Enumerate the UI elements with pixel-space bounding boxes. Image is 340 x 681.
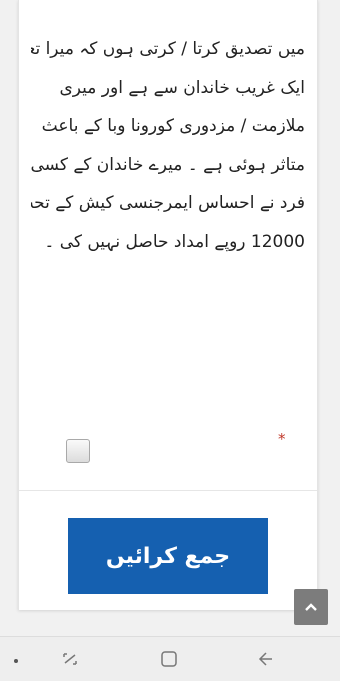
home-icon [161, 651, 177, 667]
recent-apps-icon [63, 653, 77, 665]
nav-dot-icon [14, 659, 18, 663]
statement-line: متاثر ہوئی ہے ۔ میرے خاندان کے کسی [31, 154, 305, 175]
statement-line: میں تصدیق کرتا / کرتی ہوں کہ میرا تعلق [31, 39, 305, 59]
recent-apps-button[interactable] [58, 647, 82, 671]
consent-card: میں تصدیق کرتا / کرتی ہوں کہ میرا تعلق ا… [18, 0, 318, 610]
consent-checkbox[interactable] [66, 439, 90, 463]
divider [19, 490, 317, 491]
back-icon [258, 652, 272, 666]
statement-line: ایک غریب خاندان سے ہے اور میری [59, 77, 305, 98]
back-button[interactable] [253, 647, 277, 671]
scroll-to-top-button[interactable] [294, 589, 328, 625]
chevron-up-icon [305, 603, 317, 611]
system-navigation-bar [0, 636, 340, 681]
statement-line: فرد نے احساس ایمرجنسی کیش کے تحت [31, 193, 305, 213]
submit-button[interactable]: جمع کرائیں [68, 518, 268, 594]
required-mark: * [278, 430, 286, 448]
statement-line: 12000 روپے امداد حاصل نہیں کی ۔ [44, 231, 305, 252]
consent-statement: میں تصدیق کرتا / کرتی ہوں کہ میرا تعلق ا… [31, 30, 305, 261]
home-button[interactable] [157, 647, 181, 671]
statement-line: ملازمت / مزدوری کورونا وبا کے باعث [41, 116, 305, 136]
